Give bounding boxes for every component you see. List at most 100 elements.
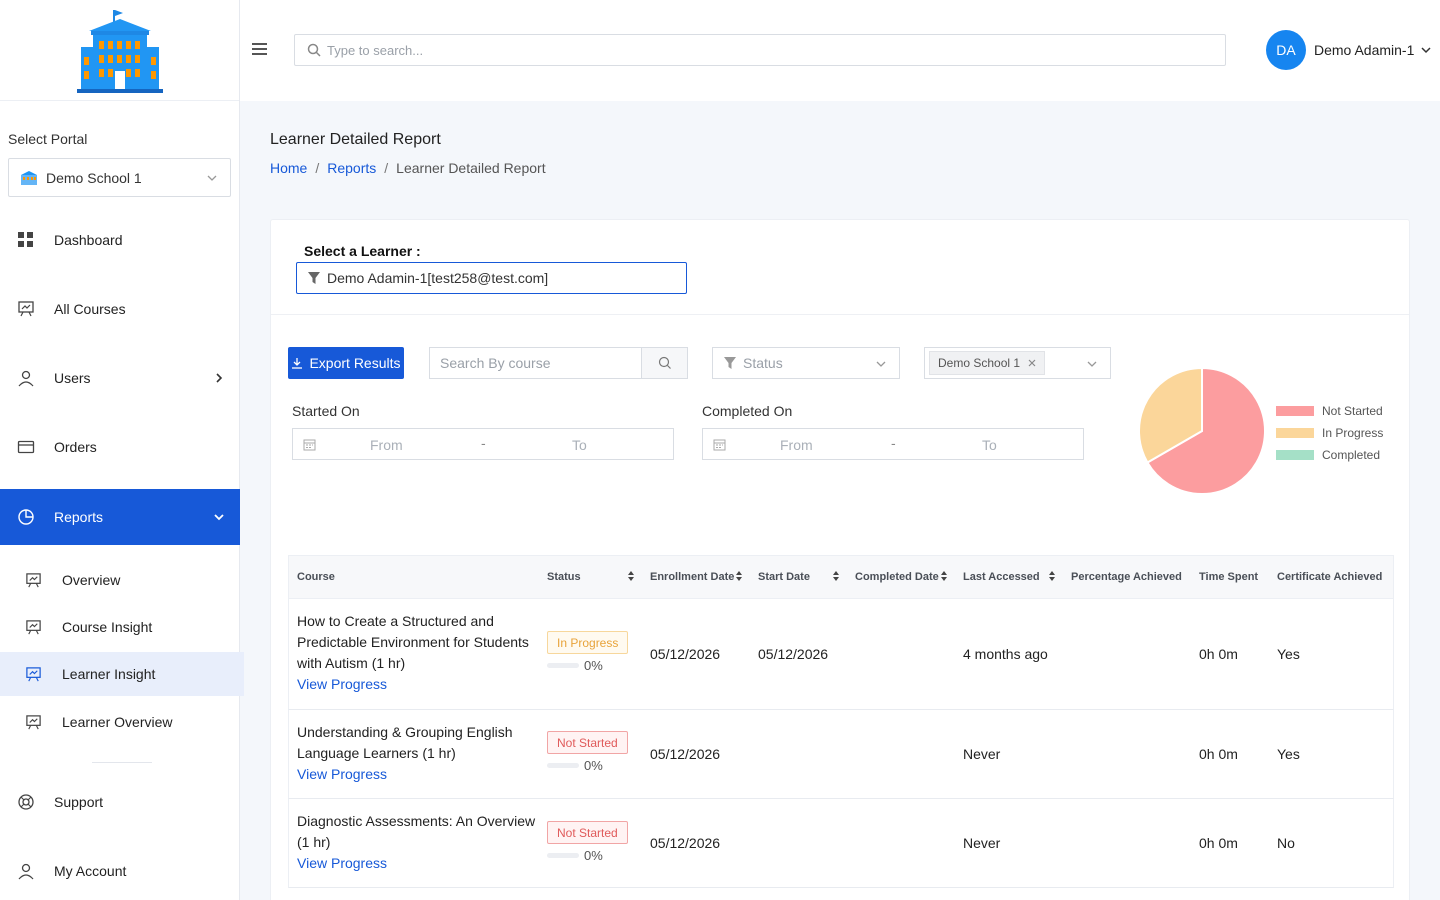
progress-bar: [547, 663, 579, 668]
sidebar-divider: [92, 762, 152, 763]
grid-icon: [18, 232, 33, 247]
legend-swatch: [1276, 450, 1314, 460]
col-status[interactable]: Status: [547, 571, 581, 583]
course-search-placeholder: Search By course: [440, 355, 551, 371]
nav-reports-label: Reports: [54, 509, 104, 525]
breadcrumb-reports[interactable]: Reports: [327, 160, 376, 176]
global-search-input[interactable]: Type to search...: [294, 34, 1226, 66]
nav-all-courses-label: All Courses: [54, 301, 126, 317]
sort-icon[interactable]: [1048, 570, 1056, 582]
school-tag: Demo School 1: [929, 351, 1046, 375]
course-title: Diagnostic Assessments: An Overview (1 h…: [297, 813, 536, 850]
search-icon: [658, 356, 671, 369]
col-enrollment-date[interactable]: Enrollment Date: [650, 571, 734, 583]
card-divider: [271, 314, 1409, 315]
nav-reports[interactable]: Reports: [0, 489, 240, 545]
sort-icon[interactable]: [940, 570, 948, 582]
portal-select-value: Demo School 1: [46, 169, 142, 186]
sub-course-insight[interactable]: Course Insight: [0, 605, 244, 649]
completed-from-placeholder: From: [780, 437, 813, 453]
nav-users[interactable]: Users: [0, 350, 240, 406]
presentation-icon: [26, 666, 41, 681]
nav-dashboard-label: Dashboard: [54, 232, 123, 248]
hamburger-menu-icon[interactable]: [252, 42, 268, 56]
started-from-placeholder: From: [370, 437, 403, 453]
presentation-icon: [26, 714, 41, 729]
view-progress-link[interactable]: View Progress: [297, 674, 537, 695]
sub-overview[interactable]: Overview: [0, 558, 244, 602]
breadcrumb-home[interactable]: Home: [270, 160, 307, 176]
sub-course-insight-label: Course Insight: [62, 619, 153, 635]
sub-learner-insight[interactable]: Learner Insight: [0, 652, 244, 696]
table-row: Diagnostic Assessments: An Overview (1 h…: [288, 799, 1394, 888]
nav-my-account[interactable]: My Account: [0, 843, 240, 899]
select-learner-label: Select a Learner :: [304, 243, 421, 259]
course-cell: Diagnostic Assessments: An Overview (1 h…: [297, 811, 537, 874]
user-icon: [18, 370, 34, 387]
nav-orders[interactable]: Orders: [0, 419, 240, 475]
col-course[interactable]: Course: [297, 571, 335, 583]
legend-in-progress[interactable]: In Progress: [1276, 422, 1383, 444]
legend-swatch: [1276, 406, 1314, 416]
range-separator: -: [481, 435, 486, 451]
close-icon[interactable]: [1028, 359, 1036, 367]
chevron-down-icon: [1421, 47, 1431, 54]
sort-icon[interactable]: [832, 570, 840, 582]
completed-to-placeholder: To: [982, 437, 997, 453]
sub-overview-label: Overview: [62, 572, 121, 588]
view-progress-link[interactable]: View Progress: [297, 853, 537, 874]
course-search-button[interactable]: [641, 348, 687, 378]
user-menu[interactable]: DA Demo Adamin-1: [1266, 30, 1431, 70]
col-percentage-achieved[interactable]: Percentage Achieved: [1071, 571, 1182, 583]
legend-not-started[interactable]: Not Started: [1276, 400, 1383, 422]
chevron-right-icon: [216, 373, 223, 383]
card-icon: [17, 440, 35, 454]
nav-support[interactable]: Support: [0, 774, 240, 830]
chevron-down-icon: [207, 175, 217, 181]
progress-percent: 0%: [584, 758, 603, 773]
legend-completed[interactable]: Completed: [1276, 444, 1383, 466]
status-select[interactable]: Status: [712, 347, 900, 379]
col-last-accessed[interactable]: Last Accessed: [963, 571, 1040, 583]
status-select-placeholder: Status: [743, 355, 783, 371]
school-select[interactable]: Demo School 1: [924, 347, 1111, 379]
course-search-input[interactable]: Search By course: [429, 347, 688, 379]
portal-select[interactable]: Demo School 1: [8, 158, 231, 197]
completed-on-range[interactable]: From - To: [702, 428, 1084, 460]
school-tag-label: Demo School 1: [938, 356, 1021, 370]
col-certificate-achieved[interactable]: Certificate Achieved: [1277, 571, 1382, 583]
sub-learner-overview[interactable]: Learner Overview: [0, 700, 244, 744]
col-completed-date[interactable]: Completed Date: [855, 571, 939, 583]
pie-legend: Not Started In Progress Completed: [1276, 400, 1383, 466]
legend-swatch: [1276, 428, 1314, 438]
col-start-date[interactable]: Start Date: [758, 571, 810, 583]
learner-select-value: Demo Adamin-1[test258@test.com]: [327, 270, 549, 286]
filter-icon: [308, 272, 320, 284]
certificate-achieved: Yes: [1277, 646, 1300, 662]
progress-bar: [547, 763, 579, 768]
export-results-button[interactable]: Export Results: [288, 347, 404, 379]
certificate-achieved: Yes: [1277, 746, 1300, 762]
progress-percent: 0%: [584, 848, 603, 863]
course-title: Understanding & Grouping English Languag…: [297, 724, 513, 761]
global-search-placeholder: Type to search...: [327, 42, 424, 58]
nav-dashboard[interactable]: Dashboard: [0, 212, 240, 268]
nav-all-courses[interactable]: All Courses: [0, 281, 240, 337]
presentation-icon: [18, 301, 34, 317]
sort-icon[interactable]: [735, 570, 743, 582]
breadcrumb-separator: /: [384, 160, 389, 176]
started-on-range[interactable]: From - To: [292, 428, 674, 460]
learner-select[interactable]: Demo Adamin-1[test258@test.com]: [296, 262, 687, 294]
sort-icon[interactable]: [627, 570, 635, 582]
view-progress-link[interactable]: View Progress: [297, 764, 537, 785]
chevron-down-icon: [876, 361, 886, 367]
chevron-down-icon: [1087, 361, 1097, 367]
sub-learner-overview-label: Learner Overview: [62, 714, 173, 730]
progress-bar: [547, 853, 579, 858]
avatar: DA: [1266, 30, 1306, 70]
col-time-spent[interactable]: Time Spent: [1199, 571, 1258, 583]
time-spent: 0h 0m: [1199, 835, 1238, 851]
nav-users-label: Users: [54, 370, 91, 386]
logo[interactable]: [0, 0, 239, 101]
search-icon: [307, 43, 321, 57]
